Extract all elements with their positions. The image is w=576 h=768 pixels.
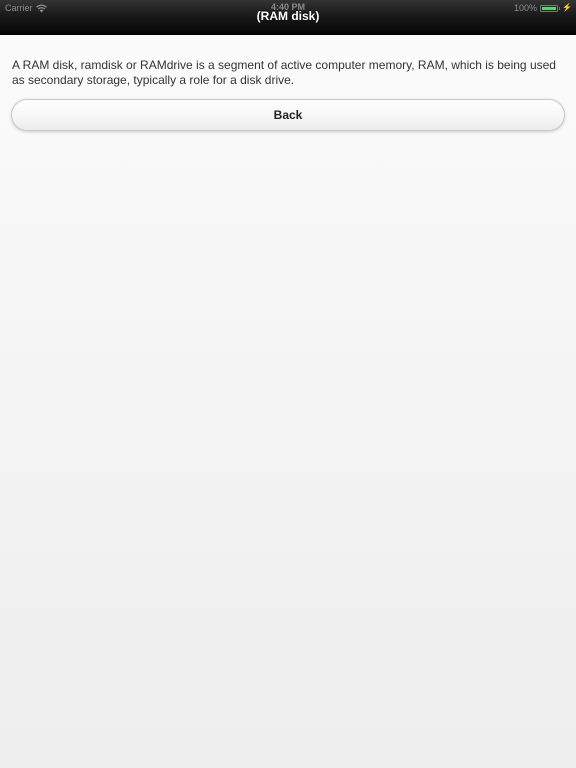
back-button[interactable]: Back <box>11 99 565 131</box>
description-text: A RAM disk, ramdisk or RAMdrive is a seg… <box>12 58 556 87</box>
page-title: (RAM disk) <box>256 9 320 23</box>
content-area: A RAM disk, ramdisk or RAMdrive is a seg… <box>12 58 566 88</box>
navigation-bar: Carrier 4:40 PM 100% ⚡ (RAM disk) <box>0 0 576 35</box>
